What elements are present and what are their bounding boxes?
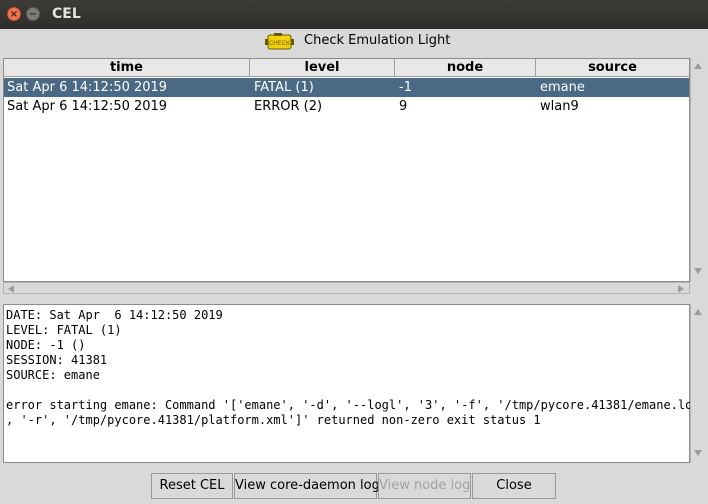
title-bar: × − CEL [0, 0, 708, 29]
reset-cel-button[interactable]: Reset CEL [151, 473, 233, 499]
table-row[interactable]: Sat Apr 6 14:12:50 2019 ERROR (2) 9 wlan… [4, 97, 689, 116]
detail-line: NODE: -1 () [6, 338, 86, 352]
cell-level: ERROR (2) [254, 99, 323, 114]
cell-node: 9 [399, 99, 408, 114]
cell-time: Sat Apr 6 14:12:50 2019 [7, 99, 168, 114]
heading-text: Check Emulation Light [304, 33, 451, 48]
table-row[interactable]: Sat Apr 6 14:12:50 2019 FATAL (1) -1 ema… [4, 78, 689, 97]
table-header: time level node source [4, 59, 689, 77]
close-button[interactable]: Close [472, 473, 556, 499]
detail-text[interactable]: DATE: Sat Apr 6 14:12:50 2019 LEVEL: FATA… [6, 308, 707, 428]
scroll-right-icon[interactable] [678, 285, 684, 293]
window-title: CEL [52, 6, 81, 22]
scroll-down-icon[interactable] [694, 268, 702, 274]
column-header-source[interactable]: source [536, 59, 689, 77]
window-minimize-icon[interactable]: − [26, 7, 40, 21]
event-table: time level node source Sat Apr 6 14:12:5… [3, 58, 690, 282]
detail-line: error starting emane: Command '['emane',… [6, 398, 707, 412]
view-node-log-button[interactable]: View node log [378, 473, 471, 499]
column-header-level[interactable]: level [250, 59, 395, 77]
detail-textbox[interactable]: DATE: Sat Apr 6 14:12:50 2019 LEVEL: FATA… [3, 304, 707, 463]
table-horizontal-scrollbar[interactable] [3, 282, 690, 294]
cell-node: -1 [399, 80, 412, 95]
window-close-icon[interactable]: × [7, 7, 21, 21]
detail-line: LEVEL: FATAL (1) [6, 323, 122, 337]
view-daemon-log-button[interactable]: View core-daemon log [234, 473, 380, 499]
check-icon-label: CHECK [269, 41, 290, 47]
detail-line [6, 383, 707, 398]
detail-line: DATE: Sat Apr 6 14:12:50 2019 [6, 308, 223, 322]
cell-level: FATAL (1) [254, 80, 314, 95]
scroll-down-icon[interactable] [694, 450, 702, 456]
cell-time: Sat Apr 6 14:12:50 2019 [7, 80, 168, 95]
detail-line: , '-r', '/tmp/pycore.41381/platform.xml'… [6, 413, 541, 427]
cel-heading: CHECK Check Emulation Light [0, 29, 708, 55]
check-engine-icon: CHECK [265, 33, 294, 50]
column-header-time[interactable]: time [4, 59, 250, 77]
scroll-up-icon[interactable] [694, 63, 702, 69]
cell-source: wlan9 [540, 99, 579, 114]
detail-vertical-scrollbar[interactable] [690, 304, 704, 463]
detail-line: SOURCE: emane [6, 368, 100, 382]
column-header-node[interactable]: node [395, 59, 536, 77]
scroll-up-icon[interactable] [694, 309, 702, 315]
table-vertical-scrollbar[interactable] [690, 58, 704, 282]
scroll-left-icon[interactable] [8, 285, 14, 293]
detail-line: SESSION: 41381 [6, 353, 108, 367]
cell-source: emane [540, 80, 585, 95]
